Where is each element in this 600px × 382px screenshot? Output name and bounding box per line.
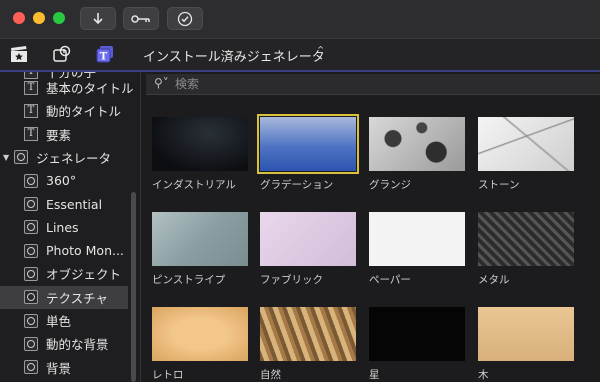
generator-thumbnail[interactable] bbox=[260, 212, 356, 266]
sidebar-item[interactable]: オブジェクト bbox=[0, 262, 128, 285]
music-photo-icon bbox=[53, 45, 71, 62]
generator-caption: レトロ bbox=[152, 369, 184, 381]
generator-caption: 木 bbox=[478, 369, 489, 381]
sidebar-item[interactable]: 360° bbox=[0, 169, 128, 192]
sidebar-item[interactable]: T 要素 bbox=[0, 123, 128, 146]
generator-icon bbox=[14, 150, 28, 165]
generator-icon bbox=[24, 336, 38, 351]
sidebar-scrollbar[interactable] bbox=[131, 192, 136, 382]
sidebar-item-label: Essential bbox=[46, 196, 103, 212]
libraries-button[interactable] bbox=[8, 44, 30, 64]
chevron-updown-icon[interactable]: ⌃ bbox=[316, 44, 325, 57]
search-icon[interactable]: ⚲˅ bbox=[154, 76, 169, 90]
sidebar: T 十分の子 T基本のタイトルT動的タイトルT要素▼ジェネレータ360°Esse… bbox=[0, 72, 141, 382]
browser-popup-title[interactable]: インストール済みジェネレータ bbox=[143, 46, 325, 65]
generator-thumbnail[interactable] bbox=[478, 117, 574, 171]
generator-icon bbox=[24, 220, 38, 235]
generator-caption: ペーパー bbox=[369, 274, 411, 286]
generator-icon bbox=[24, 313, 38, 328]
zoom-window-button[interactable] bbox=[53, 12, 65, 24]
import-button[interactable] bbox=[80, 7, 116, 30]
sidebar-item[interactable]: T 基本のタイトル bbox=[0, 76, 134, 99]
generator-caption: ピンストライプ bbox=[152, 274, 226, 286]
sidebar-item[interactable]: 背景 bbox=[0, 356, 128, 379]
generator-icon bbox=[24, 266, 38, 281]
sidebar-item-label: テクスチャ bbox=[46, 290, 109, 306]
sidebar-item-label: 単色 bbox=[46, 314, 72, 329]
generator-caption: 自然 bbox=[260, 369, 281, 381]
generator-caption: 星 bbox=[369, 369, 380, 381]
window-titlebar bbox=[0, 0, 600, 39]
generator-thumbnail[interactable] bbox=[152, 307, 248, 361]
generator-thumbnail[interactable] bbox=[260, 307, 356, 361]
sidebar-item-label: Photo Mon... bbox=[46, 243, 124, 259]
sidebar-item-label: 基本のタイトル bbox=[46, 81, 134, 96]
browser-header: T インストール済みジェネレータ ⌃ bbox=[0, 39, 600, 72]
title-t-icon: T bbox=[24, 127, 38, 142]
generator-thumbnail[interactable] bbox=[369, 212, 465, 266]
generator-thumbnail[interactable] bbox=[369, 307, 465, 361]
generator-caption: インダストリアル bbox=[152, 179, 236, 191]
title-t-icon: T bbox=[24, 80, 38, 95]
sidebar-item[interactable]: T 動的タイトル bbox=[0, 99, 128, 122]
search-bar: ⚲˅ bbox=[146, 74, 600, 95]
generator-thumbnail[interactable] bbox=[152, 117, 248, 171]
titles-generators-icon: T bbox=[96, 46, 113, 63]
background-tasks-button[interactable] bbox=[167, 7, 203, 30]
sidebar-item-label: ジェネレータ bbox=[36, 150, 112, 166]
close-window-button[interactable] bbox=[13, 12, 25, 24]
sidebar-item-label: 要素 bbox=[46, 127, 72, 143]
generator-caption: メタル bbox=[478, 274, 510, 286]
search-input[interactable] bbox=[175, 75, 575, 93]
sidebar-item[interactable]: テクスチャ bbox=[0, 285, 128, 309]
disclosure-triangle-icon[interactable]: ▼ bbox=[3, 153, 9, 162]
sidebar-item-label: 360° bbox=[46, 173, 77, 189]
sidebar-item[interactable]: Photo Mon... bbox=[0, 239, 128, 262]
generator-icon bbox=[24, 290, 38, 305]
svg-text:T: T bbox=[100, 52, 108, 63]
checkmark-circle-icon bbox=[177, 11, 193, 26]
generator-caption: ファブリック bbox=[260, 274, 323, 286]
sidebar-item-label: 動的な背景 bbox=[46, 337, 109, 353]
keywords-button[interactable] bbox=[123, 7, 159, 30]
generator-caption: グラデーション bbox=[260, 179, 334, 191]
generator-icon bbox=[24, 197, 38, 211]
title-t-icon: T bbox=[24, 103, 38, 118]
generator-caption: グランジ bbox=[369, 179, 411, 191]
sidebar-item-label: オブジェクト bbox=[46, 267, 122, 283]
generator-thumbnail[interactable] bbox=[152, 212, 248, 266]
generator-thumbnail[interactable] bbox=[257, 114, 359, 174]
generator-icon bbox=[24, 243, 38, 258]
clapper-star-icon bbox=[11, 46, 27, 62]
download-arrow-icon bbox=[93, 12, 103, 24]
key-icon bbox=[131, 14, 150, 23]
generator-caption: ストーン bbox=[478, 179, 520, 191]
sidebar-item[interactable]: 単色 bbox=[0, 309, 128, 332]
photos-audio-button[interactable] bbox=[51, 44, 73, 64]
generator-thumbnail[interactable] bbox=[478, 307, 574, 361]
sidebar-item[interactable]: Lines bbox=[0, 216, 128, 239]
generator-icon bbox=[24, 360, 38, 375]
minimize-window-button[interactable] bbox=[33, 12, 45, 24]
sidebar-item[interactable]: Essential bbox=[0, 193, 128, 216]
titles-generators-button[interactable]: T bbox=[94, 44, 116, 64]
generator-thumbnail[interactable] bbox=[478, 212, 574, 266]
sidebar-item[interactable]: ▼ ジェネレータ bbox=[0, 146, 128, 169]
sidebar-item-label: 動的タイトル bbox=[46, 104, 122, 120]
sidebar-item-label: Lines bbox=[46, 219, 79, 235]
sidebar-item-label: 背景 bbox=[46, 360, 72, 376]
generator-thumbnail[interactable] bbox=[369, 117, 465, 171]
sidebar-item[interactable]: 動的な背景 bbox=[0, 332, 128, 355]
generator-icon bbox=[24, 173, 38, 188]
